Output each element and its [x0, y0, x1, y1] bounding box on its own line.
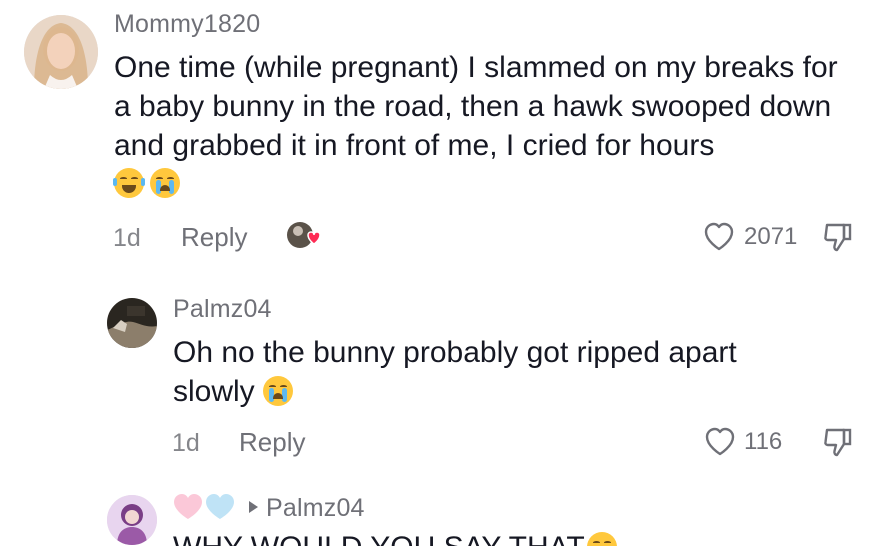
creator-liked-icon — [284, 219, 324, 260]
pink-heart-icon — [172, 493, 204, 526]
like-heart-icon[interactable] — [703, 222, 735, 257]
laughing-crying-emoji — [113, 168, 145, 198]
dislike-icon[interactable] — [822, 427, 854, 462]
reply-to-username[interactable]: Palmz04 — [266, 494, 365, 523]
like-count: 116 — [744, 428, 783, 455]
reply-button[interactable]: Reply — [181, 222, 247, 253]
comment-text-line2: slowly — [173, 375, 255, 408]
comment-text-line1: Oh no the bunny probably got ripped apar… — [173, 336, 737, 369]
comment-username[interactable]: Mommy1820 — [114, 10, 260, 39]
light-blue-heart-icon — [204, 493, 236, 526]
like-count: 2071 — [744, 223, 798, 250]
avatar-mommy1820[interactable] — [24, 15, 98, 89]
reply-arrow-icon — [247, 500, 259, 519]
comment-2: Palmz04 Oh no the bunny probably got rip… — [0, 280, 874, 480]
comment-username[interactable]: Palmz04 — [173, 295, 272, 324]
loudly-crying-emoji — [263, 376, 294, 406]
dislike-icon[interactable] — [822, 222, 854, 257]
comment-3: Palmz04 WHY WOULD YOU SAY THAT — [0, 486, 874, 546]
comment-text: One time (while pregnant) I slammed on m… — [114, 51, 838, 162]
loudly-crying-emoji — [150, 168, 181, 198]
comment-text-line2-wrap: slowly — [173, 372, 295, 411]
comment-1: Mommy1820 One time (while pregnant) I sl… — [0, 0, 874, 270]
emoji-row — [113, 168, 182, 198]
comment-age: 1d — [172, 429, 200, 457]
comment-text-wrap: WHY WOULD YOU SAY THAT — [173, 528, 619, 546]
emoji — [586, 532, 617, 546]
comment-text: WHY WOULD YOU SAY THAT — [173, 531, 584, 546]
comment-age: 1d — [113, 224, 141, 252]
reply-button[interactable]: Reply — [239, 427, 305, 458]
avatar-user[interactable] — [107, 495, 157, 545]
avatar-palmz04[interactable] — [107, 298, 157, 348]
like-heart-icon[interactable] — [704, 427, 736, 462]
